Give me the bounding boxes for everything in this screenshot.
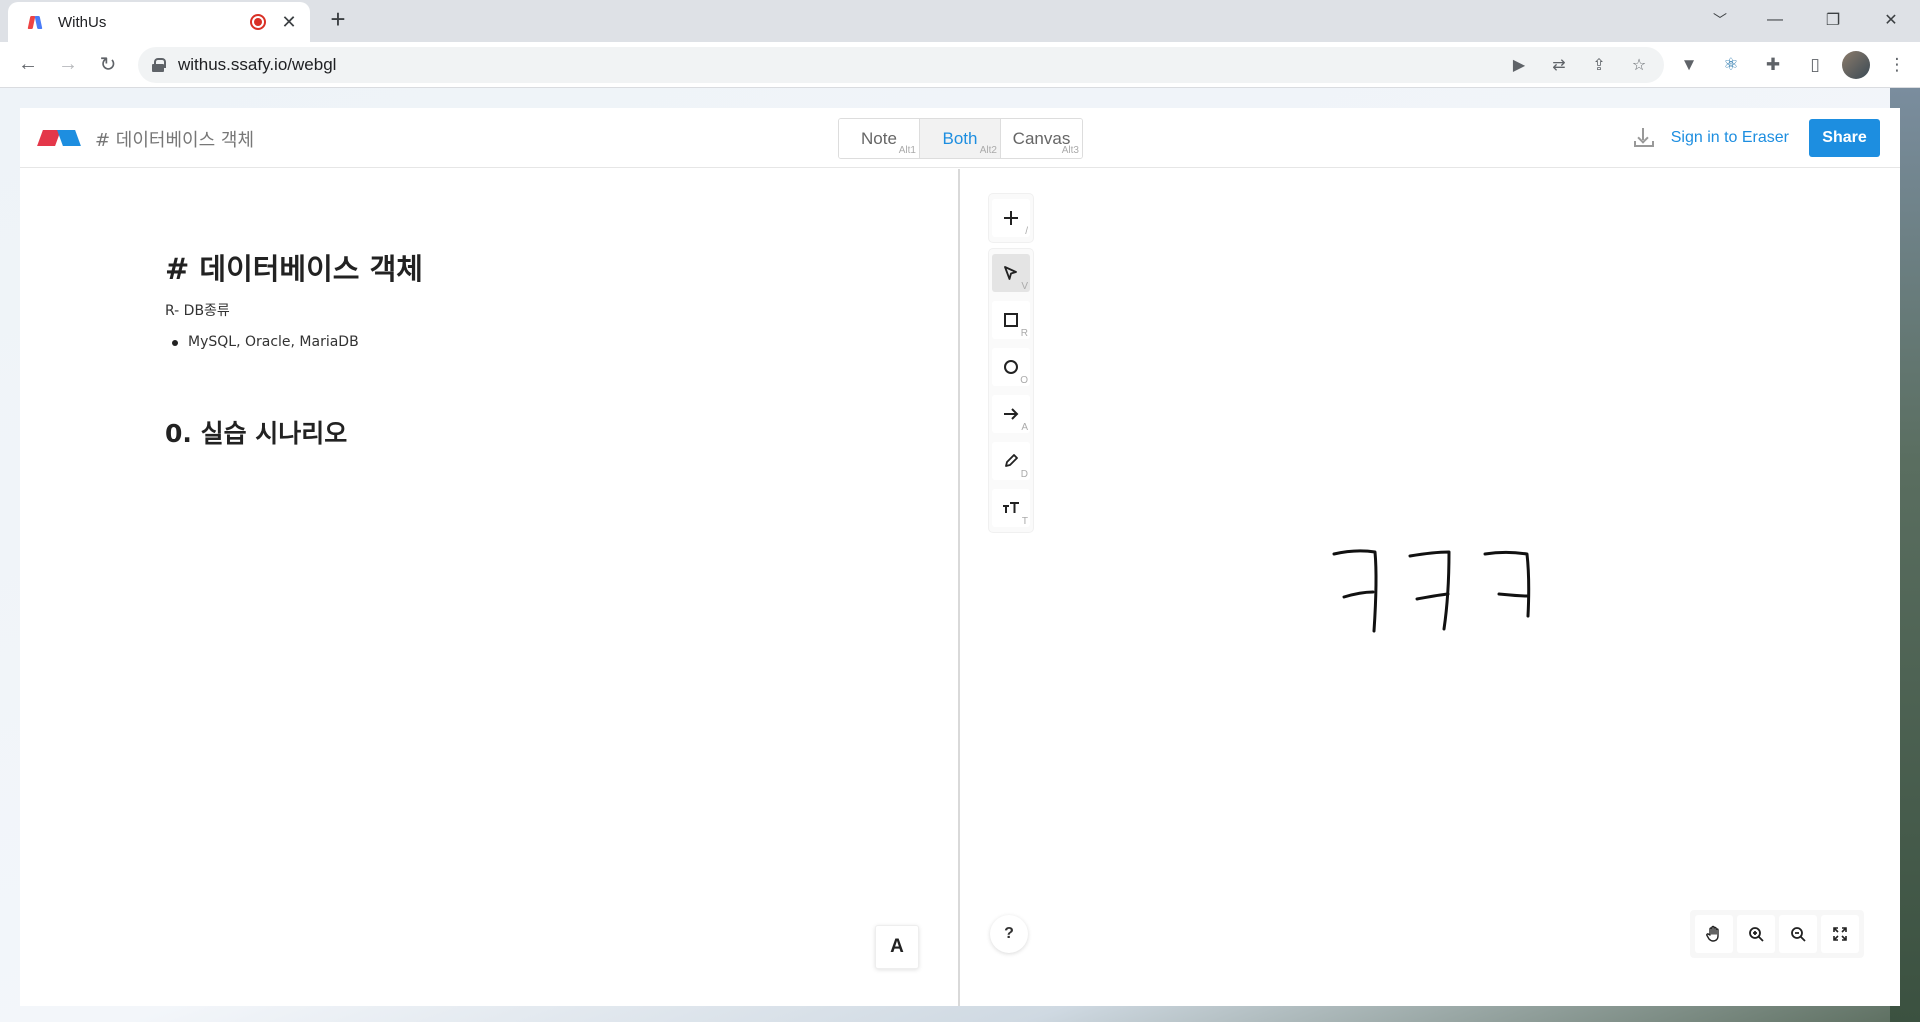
browser-tab-strip: WithUs ✕ + ﹀ — ❐ ✕ [0, 0, 1920, 42]
address-bar[interactable]: withus.ssafy.io/webgl ▶ ⇄ ⇪ ☆ [138, 47, 1664, 83]
view-mode-label: Note [861, 128, 897, 148]
text-size-icon [1003, 502, 1019, 513]
stroke-2a [1408, 550, 1451, 631]
new-tab-button[interactable]: + [324, 6, 352, 34]
view-mode-both-button[interactable]: Both Alt2 [920, 119, 1001, 158]
font-style-button[interactable]: A [875, 925, 919, 969]
eraser-app: # 데이터베이스 객체 Note Alt1 Both Alt2 Canvas Alt3 S… [20, 108, 1900, 1006]
tab-title: WithUs [58, 13, 107, 31]
forward-button[interactable]: → [48, 47, 88, 83]
rectangle-tool[interactable]: R [992, 301, 1030, 339]
help-button[interactable]: ? [990, 915, 1028, 953]
tab-search-icon[interactable]: ﹀ [1700, 6, 1740, 34]
freehand-drawing[interactable] [962, 169, 1900, 1006]
hand-icon [1706, 925, 1719, 942]
zoom-controls [1690, 910, 1864, 958]
extensions-puzzle-icon[interactable]: ✚ [1758, 50, 1788, 80]
stroke-3b [1497, 592, 1529, 598]
zoom-in-button[interactable] [1737, 915, 1775, 953]
fit-to-screen-button[interactable] [1821, 915, 1859, 953]
sign-in-link[interactable]: Sign in to Eraser [1671, 129, 1789, 147]
recording-icon [250, 14, 266, 30]
note-editor[interactable]: # 데이터베이스 객체 R- DB종류 MySQL, Oracle, Maria… [20, 169, 960, 1006]
note-heading[interactable]: # 데이터베이스 객체 [165, 246, 423, 288]
restore-button[interactable]: ❐ [1804, 0, 1862, 40]
pencil-icon [1005, 454, 1018, 467]
arrow-tool[interactable]: A [992, 395, 1030, 433]
plus-icon [1004, 211, 1018, 225]
view-mode-switch: Note Alt1 Both Alt2 Canvas Alt3 [838, 118, 1083, 159]
view-mode-shortcut: Alt3 [1061, 145, 1079, 156]
note-subheading[interactable]: 0. 실습 시나리오 [165, 414, 347, 450]
minimize-button[interactable]: — [1746, 0, 1804, 40]
expand-icon [1833, 927, 1847, 941]
bookmark-star-icon[interactable]: ☆ [1628, 54, 1650, 76]
stroke-3a [1483, 551, 1531, 618]
view-mode-note-button[interactable]: Note Alt1 [839, 119, 920, 158]
draw-tool[interactable]: D [992, 442, 1030, 480]
canvas-area[interactable]: / V R O A D T ? [962, 169, 1900, 1006]
pan-tool-button[interactable] [1695, 915, 1733, 953]
camera-icon[interactable]: ▶ [1508, 54, 1530, 76]
lock-icon[interactable] [152, 58, 166, 72]
browser-menu-icon[interactable]: ⋮ [1882, 50, 1912, 80]
reload-button[interactable]: ↻ [88, 47, 128, 83]
view-mode-canvas-button[interactable]: Canvas Alt3 [1001, 119, 1082, 158]
browser-tab[interactable]: WithUs ✕ [8, 2, 310, 42]
bullet-marker [172, 340, 178, 346]
pointer-icon [1004, 266, 1017, 280]
share-page-icon[interactable]: ⇪ [1588, 54, 1610, 76]
extension-v-icon[interactable]: ▼ [1674, 50, 1704, 80]
profile-avatar[interactable] [1842, 51, 1870, 79]
add-element-button[interactable]: / [992, 199, 1030, 237]
view-mode-label: Both [942, 128, 978, 148]
stroke-1b [1342, 590, 1375, 599]
download-icon[interactable] [1633, 127, 1655, 149]
window-controls: — ❐ ✕ [1746, 0, 1920, 40]
add-tool-group: / [989, 194, 1033, 242]
zoom-in-icon [1749, 927, 1764, 942]
withus-favicon-icon [26, 13, 44, 31]
back-button[interactable]: ← [8, 47, 48, 83]
ellipse-tool[interactable]: O [992, 348, 1030, 386]
zoom-out-icon [1791, 927, 1806, 942]
url-text[interactable]: withus.ssafy.io/webgl [178, 55, 336, 75]
arrow-icon [1004, 408, 1019, 420]
close-window-button[interactable]: ✕ [1862, 0, 1920, 40]
tab-close-icon[interactable]: ✕ [280, 12, 298, 33]
side-panel-icon[interactable]: ▯ [1800, 50, 1830, 80]
drawing-toolbar: V R O A D T [989, 249, 1033, 532]
app-header: # 데이터베이스 객체 Note Alt1 Both Alt2 Canvas Alt3 S… [20, 108, 1900, 168]
view-mode-shortcut: Alt1 [898, 145, 916, 156]
circle-icon [1004, 360, 1018, 374]
document-title[interactable]: # 데이터베이스 객체 [95, 126, 254, 152]
text-tool[interactable]: T [992, 489, 1030, 527]
react-devtools-icon[interactable]: ⚛ [1716, 50, 1746, 80]
zoom-out-button[interactable] [1779, 915, 1817, 953]
eraser-logo[interactable] [37, 130, 81, 146]
rectangle-icon [1004, 313, 1018, 327]
browser-toolbar: ← → ↻ withus.ssafy.io/webgl ▶ ⇄ ⇪ ☆ ▼ ⚛ … [0, 42, 1920, 88]
view-mode-shortcut: Alt2 [979, 145, 997, 156]
note-list-item[interactable]: MySQL, Oracle, MariaDB [188, 334, 359, 350]
share-button[interactable]: Share [1809, 119, 1880, 157]
stroke-2b [1415, 592, 1450, 601]
note-paragraph[interactable]: R- DB종류 [165, 300, 230, 320]
select-tool[interactable]: V [992, 254, 1030, 292]
translate-icon[interactable]: ⇄ [1548, 54, 1570, 76]
